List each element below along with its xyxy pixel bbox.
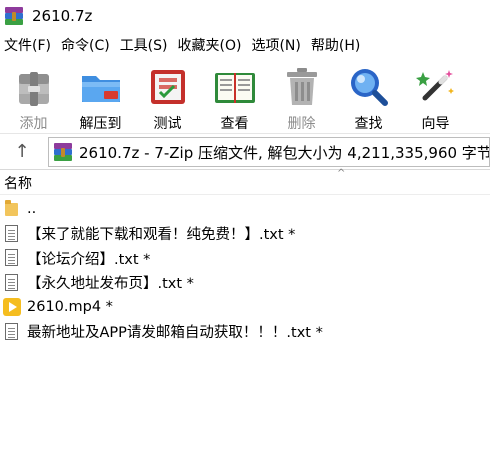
list-item[interactable]: 【来了就能下载和观看！纯免费！】.txt * xyxy=(0,222,490,247)
delete-button[interactable]: 删除 xyxy=(268,58,335,134)
list-item[interactable]: 最新地址及APP请发邮箱自动获取！！！.txt * xyxy=(0,320,490,345)
up-arrow-icon: ↑ xyxy=(14,141,30,162)
list-item[interactable]: 【论坛介绍】.txt * xyxy=(0,246,490,271)
add-label: 添加 xyxy=(19,116,48,132)
view-book-icon xyxy=(212,64,258,110)
column-header: 名称 ^ xyxy=(0,168,490,195)
view-button[interactable]: 查看 xyxy=(201,58,268,134)
extract-folder-icon xyxy=(78,64,124,110)
column-name-header[interactable]: 名称 xyxy=(4,173,32,193)
file-list: .. 【来了就能下载和观看！纯免费！】.txt * 【论坛介绍】.txt * 【… xyxy=(0,197,490,344)
file-name: 2610.mp4 * xyxy=(27,299,113,316)
list-item[interactable]: 【永久地址发布页】.txt * xyxy=(0,271,490,296)
find-button[interactable]: 查找 xyxy=(335,58,402,134)
file-name: .. xyxy=(27,201,37,218)
find-label: 查找 xyxy=(354,116,383,132)
test-label: 测试 xyxy=(153,116,182,132)
path-field[interactable]: 2610.7z - 7-Zip 压缩文件, 解包大小为 4,211,335,96… xyxy=(48,137,490,167)
test-archive-icon xyxy=(145,64,191,110)
list-item[interactable]: 2610.mp4 * xyxy=(0,295,490,320)
file-name: 【论坛介绍】.txt * xyxy=(27,251,151,268)
file-name: 最新地址及APP请发邮箱自动获取！！！.txt * xyxy=(27,325,323,342)
archive-path-text: 2610.7z - 7-Zip 压缩文件, 解包大小为 4,211,335,96… xyxy=(79,143,490,162)
menu-tools[interactable]: 工具(S) xyxy=(115,35,173,57)
text-file-icon xyxy=(3,322,21,342)
address-bar: ↑ 2610.7z - 7-Zip 压缩文件, 解包大小为 4,211,335,… xyxy=(0,134,490,170)
up-one-level-button[interactable]: ↑ xyxy=(6,137,38,167)
folder-up-icon xyxy=(3,199,21,219)
video-file-icon xyxy=(3,297,21,317)
file-name: 【来了就能下载和观看！纯免费！】.txt * xyxy=(27,227,296,244)
winrar-app-icon xyxy=(4,6,24,26)
find-magnifier-icon xyxy=(346,64,392,110)
extract-to-label: 解压到 xyxy=(79,116,122,132)
title-bar: 2610.7z xyxy=(0,0,490,32)
toolbar: 添加 解压到 测试 查看 删除 查找 向导 xyxy=(0,58,490,134)
wizard-label: 向导 xyxy=(421,116,450,132)
menu-favorites[interactable]: 收藏夹(O) xyxy=(173,35,247,57)
file-name: 【永久地址发布页】.txt * xyxy=(27,276,194,293)
wizard-wand-icon xyxy=(413,64,459,110)
text-file-icon xyxy=(3,273,21,293)
delete-trash-icon xyxy=(279,64,325,110)
extract-to-button[interactable]: 解压到 xyxy=(67,58,134,134)
menu-bar: 文件(F) 命令(C) 工具(S) 收藏夹(O) 选项(N) 帮助(H) xyxy=(0,34,490,58)
text-file-icon xyxy=(3,224,21,244)
menu-options[interactable]: 选项(N) xyxy=(246,35,305,57)
view-label: 查看 xyxy=(220,116,249,132)
test-button[interactable]: 测试 xyxy=(134,58,201,134)
menu-file[interactable]: 文件(F) xyxy=(0,35,56,57)
menu-commands[interactable]: 命令(C) xyxy=(56,35,115,57)
wizard-button[interactable]: 向导 xyxy=(402,58,469,134)
add-archive-icon xyxy=(11,64,57,110)
window-title: 2610.7z xyxy=(32,7,93,25)
list-item-parent-folder[interactable]: .. xyxy=(0,197,490,222)
text-file-icon xyxy=(3,248,21,268)
add-button[interactable]: 添加 xyxy=(0,58,67,134)
sort-indicator-icon: ^ xyxy=(337,168,346,179)
winrar-archive-icon xyxy=(53,142,73,162)
delete-label: 删除 xyxy=(287,116,316,132)
menu-help[interactable]: 帮助(H) xyxy=(306,35,365,57)
